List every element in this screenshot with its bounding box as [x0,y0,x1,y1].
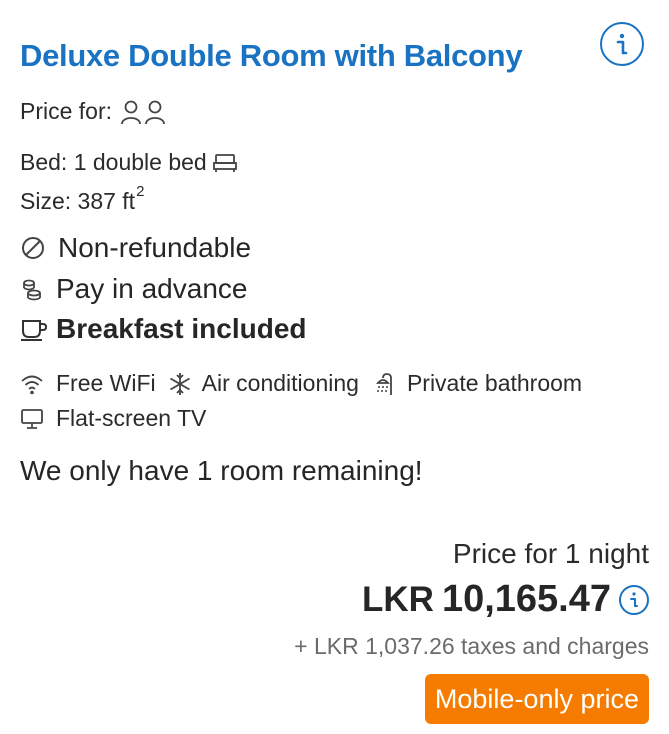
price-currency: LKR [362,579,434,619]
coins-icon [20,276,44,302]
snowflake-icon [168,372,192,396]
facilities-row-2: Flat-screen TV [20,405,206,432]
size-superscript: 2 [136,183,145,200]
availability-message: We only have 1 room remaining! [20,455,423,486]
facility-ac: Air conditioning [201,370,359,396]
price-info-button[interactable] [619,584,649,615]
payment-row: Pay in advance [20,273,247,305]
nights-label: Price for 1 night [452,538,649,569]
facility-tv: Flat-screen TV [56,405,207,431]
meal-policy: Breakfast included [56,313,307,344]
price-amount: 10,165.47 [441,578,611,620]
monitor-icon [20,408,44,430]
size-row: Size: 387 ft 2 [20,183,144,215]
payment-policy: Pay in advance [56,273,248,304]
size-text: Size: 387 ft [20,188,136,214]
facility-wifi: Free WiFi [56,370,156,396]
facilities-row-1: Free WiFi Air conditioning Private bathr… [20,370,582,397]
price-for-row: Price for: [20,98,166,125]
price-for-label: Price for: [20,98,113,124]
price-row: LKR 10,165.47 [362,578,649,621]
info-icon [616,33,628,55]
no-sign-icon [20,235,46,261]
cup-icon [20,316,48,342]
wifi-icon [20,373,44,395]
refund-policy: Non-refundable [58,232,252,263]
facility-bathroom: Private bathroom [406,370,583,396]
bed-icon [212,153,237,173]
bed-text: Bed: 1 double bed [20,149,207,175]
shower-icon [373,372,397,396]
room-info-button[interactable] [600,22,644,66]
person-icon [120,99,142,125]
bed-row: Bed: 1 double bed [20,149,237,176]
room-title[interactable]: Deluxe Double Room with Balcony [20,38,523,74]
info-icon [630,591,638,607]
person-icon [144,99,166,125]
mobile-only-badge: Mobile-only price [424,674,649,724]
meal-row: Breakfast included [20,313,307,345]
taxes-text: + LKR 1,037.26 taxes and charges [294,633,649,659]
refund-row: Non-refundable [20,232,251,264]
